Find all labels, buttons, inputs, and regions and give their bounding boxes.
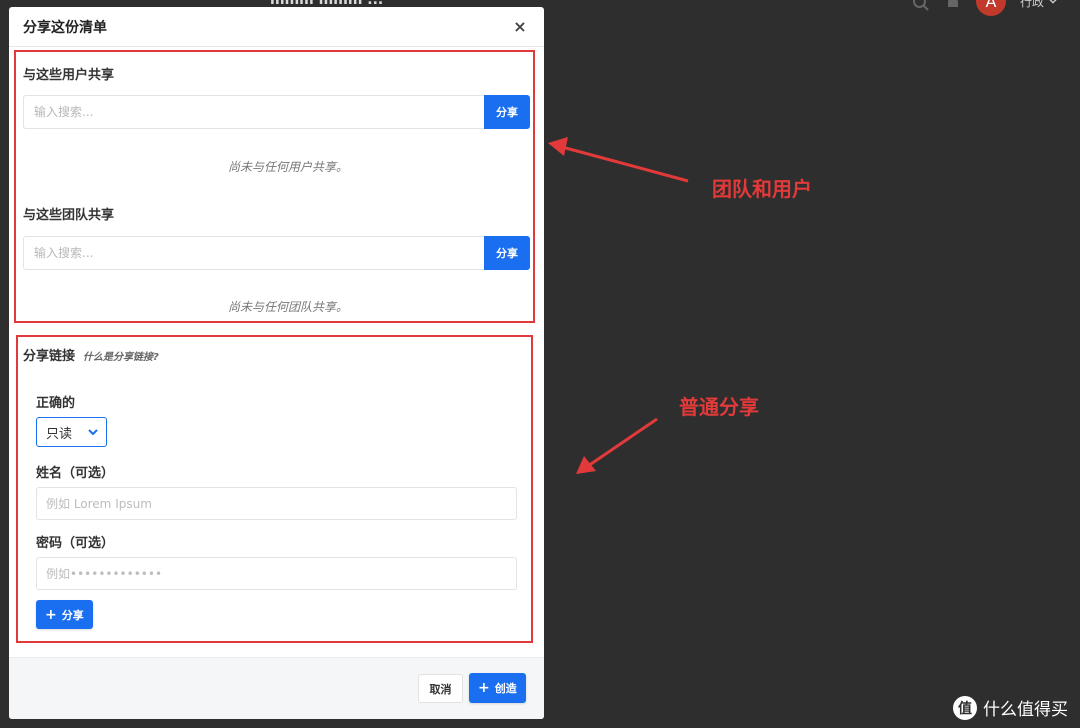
user-name[interactable]: 行政: [1020, 0, 1044, 10]
modal-footer: 取消 + 创造: [9, 657, 544, 719]
annotation-label-normal-share: 普通分享: [679, 395, 759, 419]
annotation-box-teams-users: [14, 50, 535, 323]
avatar-letter: A: [985, 0, 997, 11]
arrow-teams-users: [548, 137, 689, 183]
annotation-label-teams-users: 团队和用户: [712, 177, 812, 201]
create-button[interactable]: + 创造: [469, 673, 526, 703]
avatar[interactable]: A: [976, 0, 1006, 16]
background-toolbar: A 行政: [912, 0, 1058, 16]
bell-icon[interactable]: [944, 0, 962, 12]
arrow-normal-share: [576, 417, 658, 474]
annotation-box-normal-share: [16, 335, 533, 643]
search-icon[interactable]: [912, 0, 930, 12]
watermark-logo-icon: 值: [953, 695, 977, 720]
close-button[interactable]: ×: [510, 17, 530, 36]
watermark-text: 什么值得买: [983, 700, 1068, 720]
plus-icon: +: [478, 680, 490, 696]
modal-title: 分享这份清单: [23, 19, 107, 36]
cancel-button[interactable]: 取消: [418, 674, 463, 703]
chevron-down-icon[interactable]: [1048, 0, 1058, 6]
create-button-label: 创造: [494, 682, 517, 695]
modal-header: 分享这份清单 ×: [9, 7, 544, 47]
watermark: 值 什么值得买: [953, 695, 1068, 720]
